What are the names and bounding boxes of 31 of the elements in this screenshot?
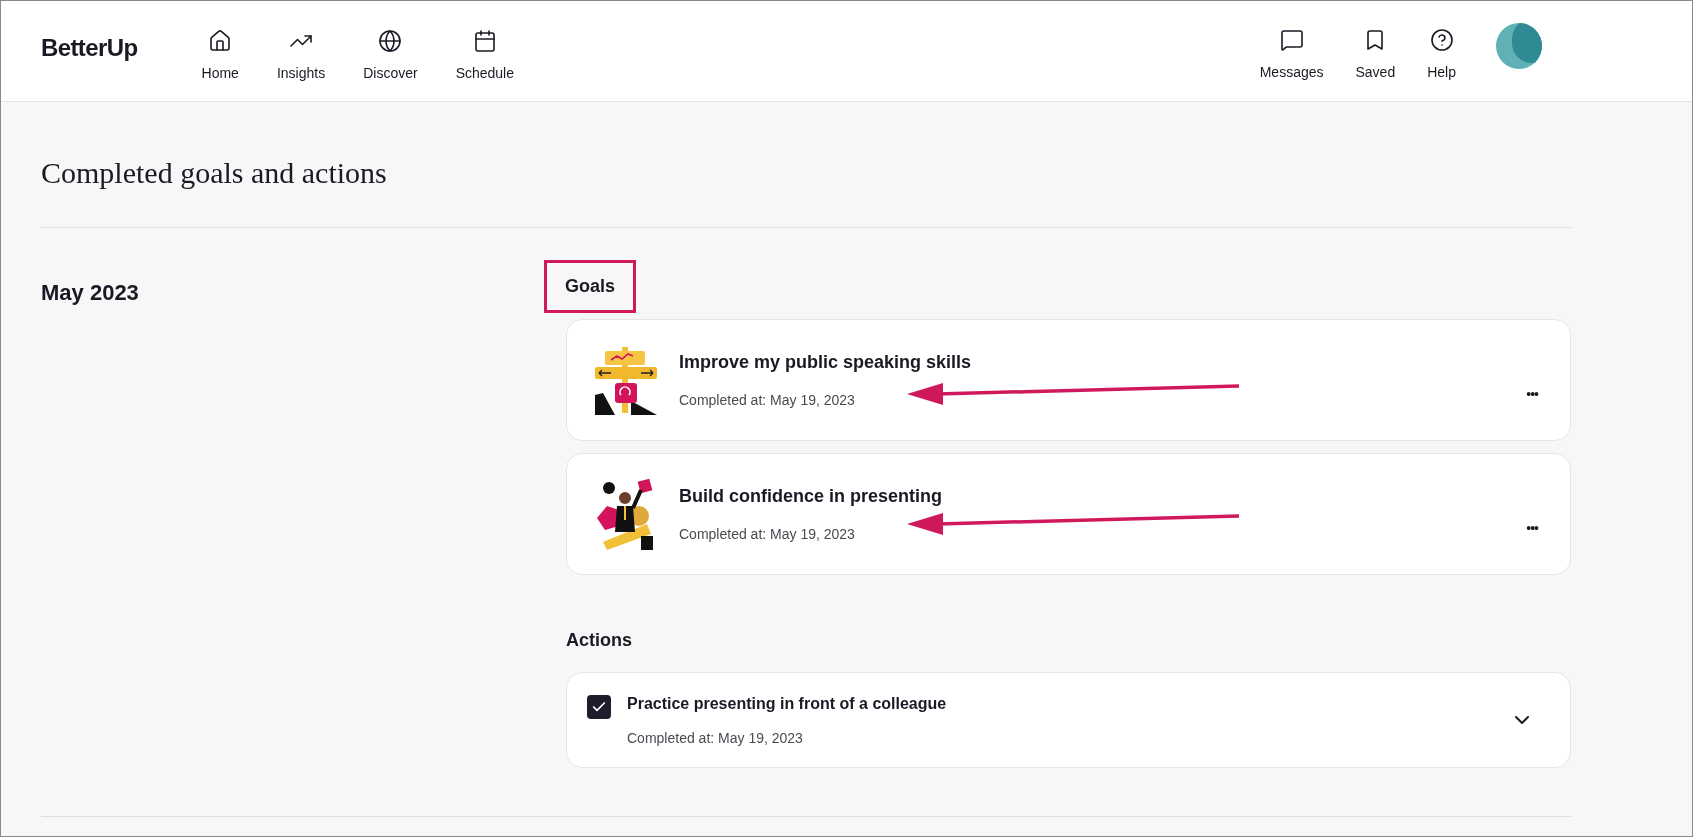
nav-link[interactable]: Help	[1415, 23, 1468, 87]
message-icon	[1279, 27, 1304, 52]
help-icon	[1429, 27, 1454, 52]
calendar-icon	[472, 28, 497, 53]
nav-link[interactable]: Home	[189, 24, 251, 88]
logo[interactable]: BetterUp	[41, 30, 138, 66]
nav-link[interactable]: Schedule	[443, 24, 526, 88]
action-card[interactable]: Practice presenting in front of a colleague Completed at: May 19, 2023	[566, 672, 1571, 768]
more-options-button[interactable]: •••	[1526, 517, 1538, 539]
signpost-illustration	[595, 345, 657, 415]
more-options-button[interactable]: •••	[1526, 383, 1538, 405]
nav-link[interactable]: Messages	[1247, 23, 1336, 87]
actions-heading: Actions	[565, 629, 633, 652]
action-title: Practice presenting in front of a colleague	[627, 693, 948, 714]
checkbox[interactable]	[587, 695, 611, 719]
goal-title: Build confidence in presenting	[679, 485, 943, 508]
nav-link[interactable]: Saved	[1343, 23, 1408, 87]
avatar[interactable]	[1496, 23, 1542, 69]
goal-card[interactable]: Build confidence in presenting Completed at: May 19, 2023 •••	[566, 453, 1571, 575]
goal-card[interactable]: Improve my public speaking skills Completed at: May 19, 2023 •••	[566, 319, 1571, 441]
nav-link[interactable]: Insights	[264, 24, 338, 88]
completed-date: Completed at: May 19, 2023	[679, 525, 855, 544]
goals-heading: Goals	[544, 260, 637, 313]
home-icon	[208, 28, 233, 53]
goal-title: Improve my public speaking skills	[679, 351, 972, 374]
month-heading: May 2023	[41, 279, 140, 307]
completed-date: Completed at: May 19, 2023	[679, 391, 855, 410]
globe-icon	[378, 28, 403, 53]
completed-date: Completed at: May 19, 2023	[627, 728, 804, 748]
page-title: Completed goals and actions	[41, 155, 388, 191]
nav-link[interactable]: Discover	[351, 24, 430, 88]
